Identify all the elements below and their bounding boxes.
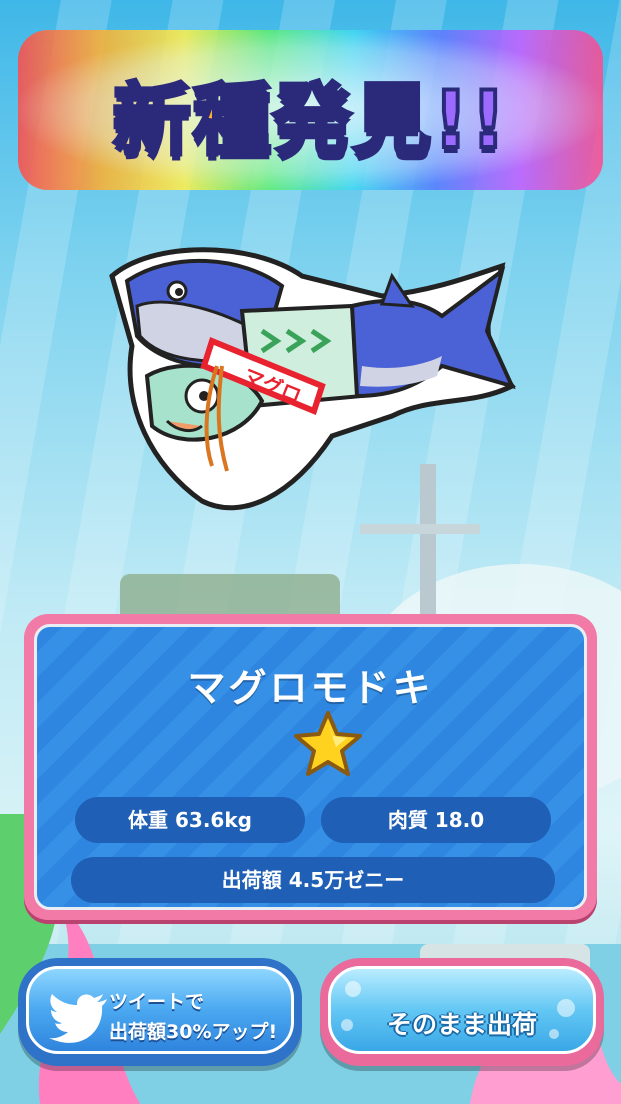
tweet-button-face: ツイートで 出荷額30%アップ! [26, 966, 294, 1054]
star-icon [294, 711, 362, 776]
fish-illustration: マグロ [109, 247, 516, 511]
tweet-button[interactable]: ツイートで 出荷額30%アップ! [18, 958, 302, 1066]
twitter-bird-icon [49, 994, 107, 1043]
title-char-1: 新 [111, 74, 193, 168]
title-char-5: !! [431, 74, 509, 168]
title-char-4: 見 [351, 74, 433, 168]
fish-name: マグロモドキ [187, 666, 434, 710]
tweet-label-line2: 出荷額30%アップ! [109, 1021, 278, 1043]
quality-stat: 肉質 18.0 [321, 797, 551, 843]
bubble-decoration [345, 981, 361, 997]
tweet-label-line1: ツイートで [109, 991, 205, 1013]
title-char-3: 発 [271, 74, 353, 168]
new-species-title: 新種発見!! [0, 58, 621, 170]
weight-stat: 体重 63.6kg [75, 797, 305, 843]
fish-info-panel: マグロモドキ 体重 63.6kg 肉質 18.0 出荷額 4.5万ゼニー [24, 614, 597, 920]
tweet-button-label: ツイートで 出荷額30%アップ! [109, 987, 309, 1047]
ship-button-label: そのまま出荷 [386, 1010, 537, 1039]
price-stat: 出荷額 4.5万ゼニー [71, 857, 555, 903]
fish-info-panel-inner: マグロモドキ 体重 63.6kg 肉質 18.0 出荷額 4.5万ゼニー [34, 624, 587, 910]
ship-button-face: そのまま出荷 [328, 966, 596, 1054]
ship-as-is-button[interactable]: そのまま出荷 [320, 958, 604, 1066]
title-char-2: 種 [191, 74, 273, 168]
